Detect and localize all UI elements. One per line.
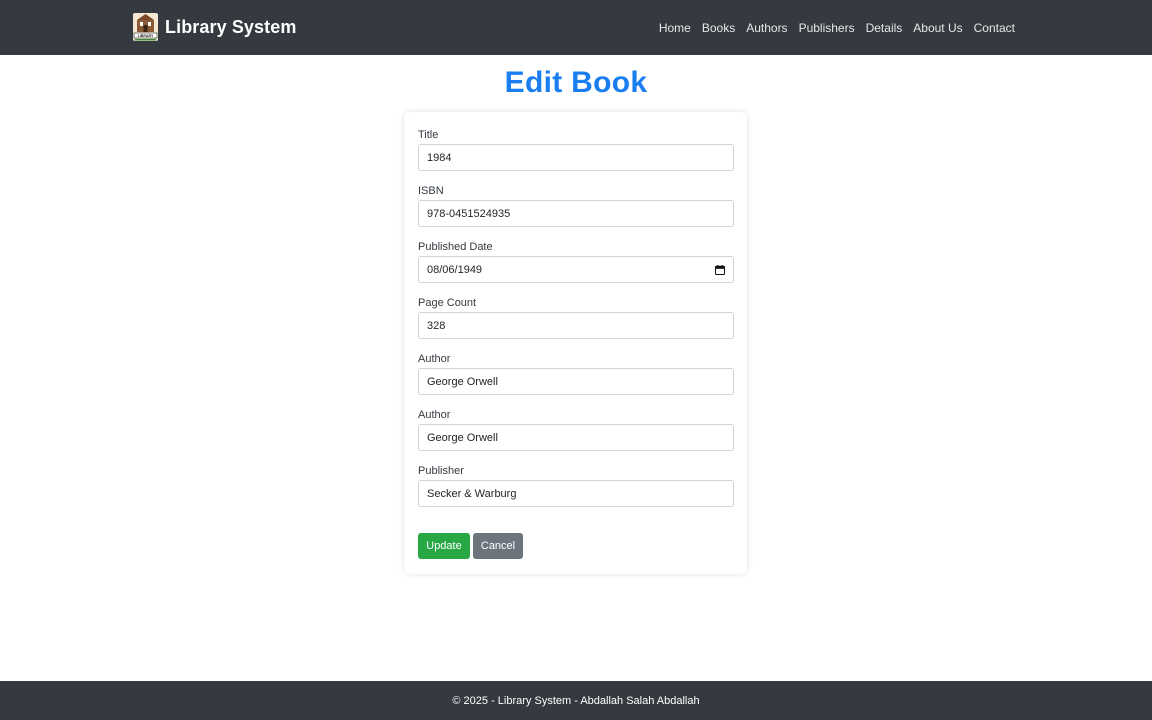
isbn-field-group: ISBN 978-0451524935 [418, 184, 734, 227]
page-count-value: 328 [427, 319, 446, 332]
isbn-input[interactable]: 978-0451524935 [418, 200, 734, 227]
publisher-value: Secker & Warburg [427, 487, 517, 500]
author-label: Author [418, 353, 451, 365]
nav-link-details[interactable]: Details [866, 21, 903, 35]
brand-link[interactable]: LIBRARY Library System [132, 12, 296, 42]
title-value: 1984 [427, 151, 452, 164]
publisher-field-group: Publisher Secker & Warburg [418, 464, 734, 507]
nav-link-home[interactable]: Home [659, 21, 691, 35]
page-count-input[interactable]: 328 [418, 312, 734, 339]
author-value: George Orwell [427, 375, 498, 388]
nav-link-books[interactable]: Books [702, 21, 735, 35]
cancel-button[interactable]: Cancel [473, 533, 523, 559]
isbn-value: 978-0451524935 [427, 207, 511, 220]
nav-links: Home Books Authors Publishers Details Ab… [659, 0, 1015, 55]
title-input[interactable]: 1984 [418, 144, 734, 171]
published-date-input[interactable]: 08/06/1949 [418, 256, 734, 283]
author-field-group: Author George Orwell [418, 352, 734, 395]
page-title: Edit Book [504, 66, 648, 99]
page-count-field-group: Page Count 328 [418, 296, 734, 339]
footer-text: © 2025 - Library System - Abdallah Salah… [452, 694, 700, 707]
navbar: LIBRARY Library System Home Books Author… [0, 0, 1152, 55]
calendar-icon[interactable] [715, 264, 725, 275]
author-secondary-value: George Orwell [427, 431, 498, 444]
author-secondary-input[interactable]: George Orwell [418, 424, 734, 451]
brand-name: Library System [165, 16, 297, 37]
edit-book-form: Title 1984 ISBN 978-0451524935 Published… [404, 112, 747, 574]
page-count-label: Page Count [418, 297, 477, 309]
publisher-label: Publisher [418, 465, 464, 477]
author-secondary-field-group: Author George Orwell [418, 408, 734, 451]
title-label: Title [418, 129, 439, 141]
nav-link-about-us[interactable]: About Us [913, 21, 962, 35]
nav-link-contact[interactable]: Contact [974, 21, 1015, 35]
library-building-icon: LIBRARY [133, 13, 158, 41]
published-date-label: Published Date [418, 241, 493, 253]
svg-text:LIBRARY: LIBRARY [138, 34, 154, 38]
title-field-group: Title 1984 [418, 128, 734, 171]
footer: © 2025 - Library System - Abdallah Salah… [0, 681, 1152, 720]
nav-link-publishers[interactable]: Publishers [799, 21, 855, 35]
published-date-value: 08/06/1949 [427, 263, 483, 276]
published-date-field-group: Published Date 08/06/1949 [418, 240, 734, 283]
isbn-label: ISBN [418, 185, 444, 197]
nav-link-authors[interactable]: Authors [746, 21, 787, 35]
author-secondary-label: Author [418, 409, 451, 421]
author-input[interactable]: George Orwell [418, 368, 734, 395]
publisher-input[interactable]: Secker & Warburg [418, 480, 734, 507]
update-button[interactable]: Update [418, 533, 470, 559]
